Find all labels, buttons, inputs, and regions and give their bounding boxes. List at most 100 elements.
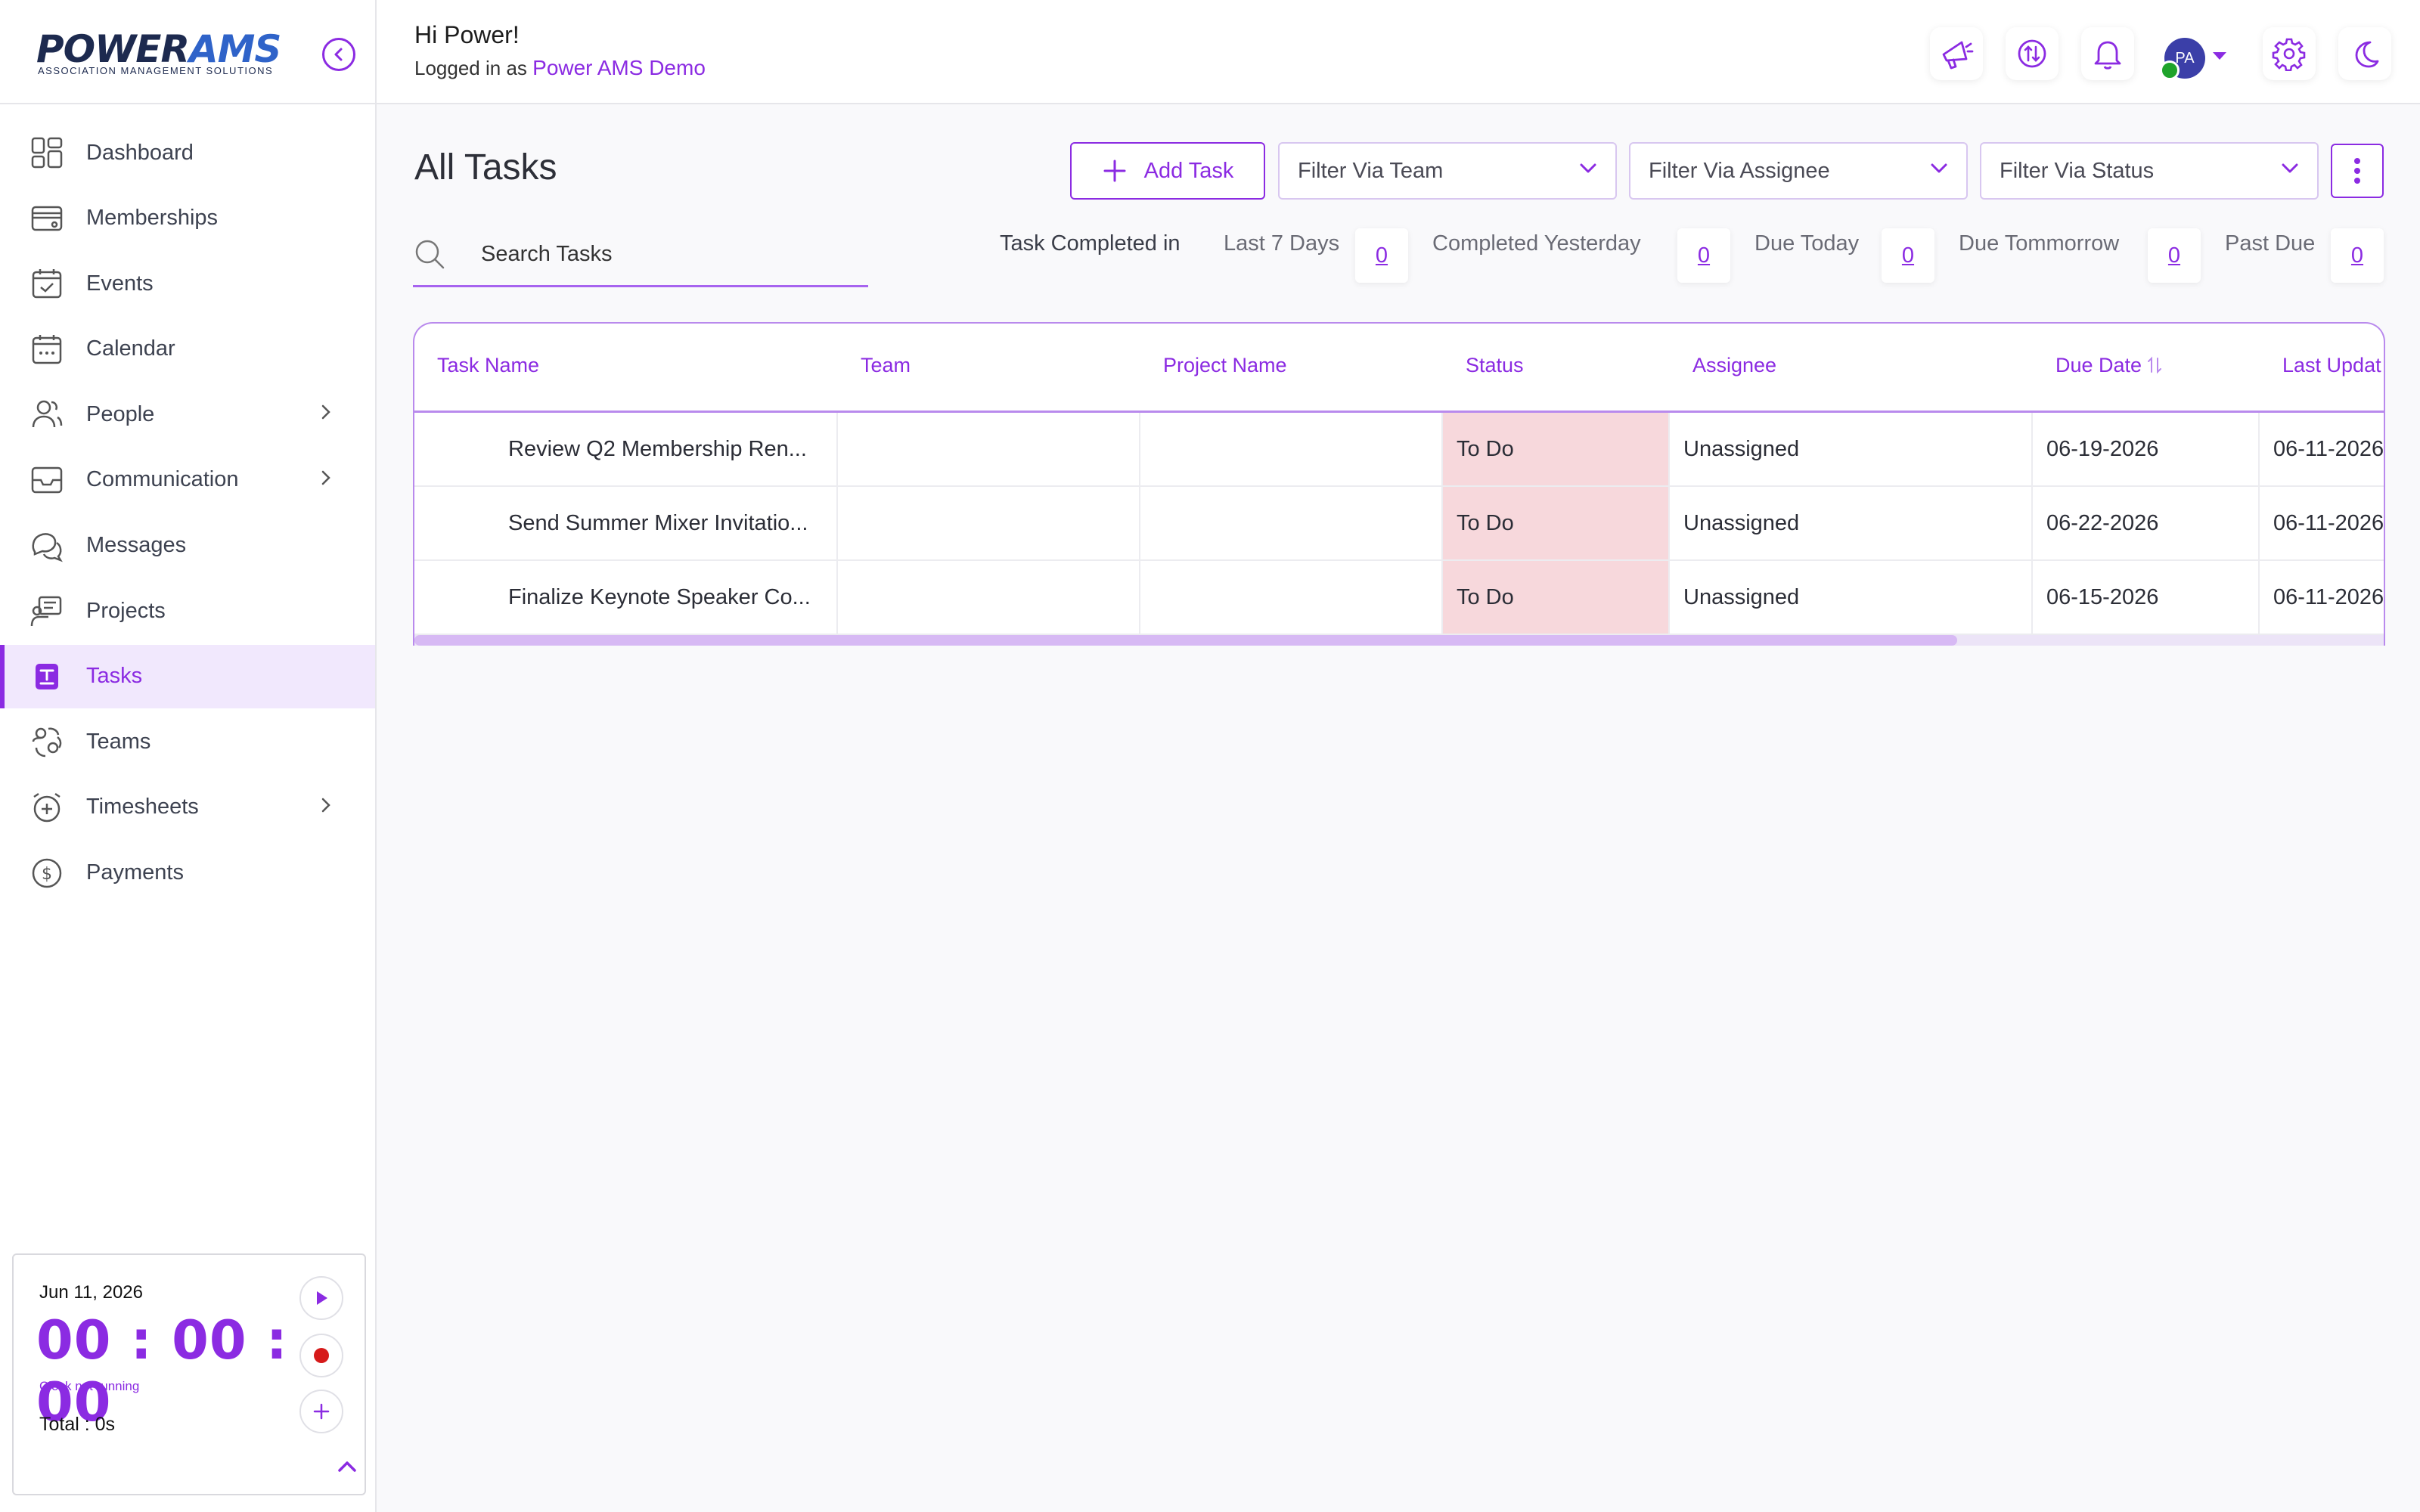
logged-in-prefix: Logged in as [414, 57, 527, 79]
kebab-menu-icon [2354, 158, 2360, 184]
sidebar-item-tasks[interactable]: Tasks [0, 644, 375, 708]
stat-due-tomorrow-value[interactable]: 0 [2148, 228, 2201, 283]
sidebar-item-teams[interactable]: Teams [0, 710, 375, 773]
horizontal-scrollbar[interactable] [414, 635, 2384, 646]
gear-icon [2272, 38, 2306, 71]
sidebar-item-calendar[interactable]: Calendar [0, 318, 375, 381]
dashboard-icon [30, 136, 64, 169]
chevron-left-icon [334, 48, 343, 61]
greeting: Hi Power! [414, 21, 520, 48]
membership-card-icon [30, 202, 64, 235]
chevron-down-icon [1578, 157, 1599, 184]
notifications-button[interactable] [2081, 27, 2134, 80]
sidebar-item-label: Calendar [86, 336, 175, 361]
account-link[interactable]: Power AMS Demo [532, 56, 706, 79]
sidebar-item-payments[interactable]: $ Payments [0, 841, 375, 905]
cell-task-name[interactable]: Send Summer Mixer Invitatio... [414, 487, 838, 559]
table-row[interactable]: Send Summer Mixer Invitatio... To Do Una… [414, 487, 2384, 561]
sidebar: POWERAMS ASSOCIATION MANAGEMENT SOLUTION… [0, 0, 377, 1512]
collapse-sidebar-button[interactable] [322, 38, 355, 71]
cell-status[interactable]: To Do [1443, 413, 1670, 485]
chevron-right-icon [321, 795, 331, 820]
column-header-last-updated[interactable]: Last Updat [2282, 354, 2381, 377]
sidebar-item-label: Communication [86, 467, 239, 492]
cell-team [838, 561, 1140, 634]
search-bar [413, 227, 868, 287]
filter-assignee-dropdown[interactable]: Filter Via Assignee [1629, 142, 1968, 200]
cell-status[interactable]: To Do [1443, 487, 1670, 559]
stat-last-7-days-value[interactable]: 0 [1355, 228, 1408, 283]
chat-icon [30, 529, 64, 562]
cell-task-name[interactable]: Finalize Keynote Speaker Co... [414, 561, 838, 634]
dark-mode-toggle[interactable] [2338, 27, 2391, 80]
filter-status-dropdown[interactable]: Filter Via Status [1980, 142, 2319, 200]
search-input[interactable] [481, 237, 844, 271]
sidebar-item-dashboard[interactable]: Dashboard [0, 121, 375, 184]
more-options-button[interactable] [2331, 144, 2384, 198]
timer-status: Clock not running [39, 1379, 140, 1393]
sort-arrows-icon [2147, 356, 2161, 374]
chevron-down-icon [1928, 157, 1950, 184]
sidebar-item-memberships[interactable]: Memberships [0, 187, 375, 250]
filter-team-label: Filter Via Team [1298, 158, 1444, 183]
time-tracker-widget: Jun 11, 2026 00 : 00 : 00 Clock not runn… [12, 1253, 366, 1495]
timer-record-button[interactable] [299, 1334, 343, 1377]
stat-past-due-value[interactable]: 0 [2331, 228, 2384, 283]
teams-icon [30, 725, 64, 758]
timer-total: Total : 0s [39, 1414, 116, 1435]
cell-assignee[interactable]: Unassigned [1670, 561, 2033, 634]
sidebar-item-projects[interactable]: Projects [0, 579, 375, 643]
sidebar-item-events[interactable]: Events [0, 252, 375, 315]
megaphone-icon [1942, 41, 1974, 70]
add-task-label: Add Task [1143, 158, 1234, 183]
stat-last-7-days-label: Last 7 Days [1224, 231, 1340, 256]
sidebar-item-label: Tasks [86, 664, 143, 689]
column-header-team[interactable]: Team [861, 354, 911, 377]
filter-team-dropdown[interactable]: Filter Via Team [1278, 142, 1617, 200]
record-icon [314, 1348, 329, 1363]
sidebar-item-messages[interactable]: Messages [0, 514, 375, 578]
timer-date: Jun 11, 2026 [39, 1282, 144, 1303]
top-header: Hi Power! Logged in as Power AMS Demo PA [377, 0, 2420, 104]
sync-icon [2018, 39, 2046, 68]
stat-completed-yesterday-value[interactable]: 0 [1677, 228, 1730, 283]
cell-status[interactable]: To Do [1443, 561, 1670, 634]
sidebar-item-label: Projects [86, 598, 166, 623]
timer-add-button[interactable] [299, 1390, 343, 1433]
scrollbar-thumb[interactable] [414, 635, 1957, 646]
sync-button[interactable] [2006, 27, 2059, 80]
column-header-task-name[interactable]: Task Name [437, 354, 539, 377]
calendar-icon [30, 333, 64, 366]
sidebar-item-communication[interactable]: Communication [0, 448, 375, 512]
timer-expand-button[interactable] [337, 1455, 357, 1479]
column-header-assignee[interactable]: Assignee [1692, 354, 1776, 377]
sidebar-item-label: Dashboard [86, 140, 194, 165]
table-row[interactable]: Finalize Keynote Speaker Co... To Do Una… [414, 561, 2384, 635]
play-icon [317, 1291, 327, 1305]
mail-icon [30, 463, 64, 497]
stat-completed-yesterday-label: Completed Yesterday [1432, 231, 1641, 256]
add-task-button[interactable]: Add Task [1070, 142, 1265, 200]
cell-due-date: 06-19-2026 [2033, 413, 2260, 485]
brand-tagline: ASSOCIATION MANAGEMENT SOLUTIONS [38, 65, 274, 76]
column-header-project-name[interactable]: Project Name [1163, 354, 1287, 377]
cell-task-name[interactable]: Review Q2 Membership Ren... [414, 413, 838, 485]
cell-project [1140, 561, 1443, 634]
cell-assignee[interactable]: Unassigned [1670, 487, 2033, 559]
stat-due-today-value[interactable]: 0 [1882, 228, 1934, 283]
caret-down-icon[interactable] [2211, 42, 2228, 67]
cell-assignee[interactable]: Unassigned [1670, 413, 2033, 485]
column-header-status[interactable]: Status [1466, 354, 1524, 377]
sidebar-item-timesheets[interactable]: Timesheets [0, 776, 375, 839]
tasks-table: Task Name Team Project Name Status Assig… [413, 322, 2385, 646]
sidebar-item-label: Payments [86, 860, 184, 885]
table-row[interactable]: Review Q2 Membership Ren... To Do Unassi… [414, 413, 2384, 487]
filter-assignee-label: Filter Via Assignee [1649, 158, 1830, 183]
column-header-due-date[interactable]: Due Date [2055, 354, 2161, 377]
announcements-button[interactable] [1930, 27, 1983, 80]
settings-button[interactable] [2263, 27, 2316, 80]
cell-team [838, 487, 1140, 559]
timer-play-button[interactable] [299, 1276, 343, 1320]
svg-text:$: $ [42, 865, 52, 884]
sidebar-item-people[interactable]: People [0, 383, 375, 446]
